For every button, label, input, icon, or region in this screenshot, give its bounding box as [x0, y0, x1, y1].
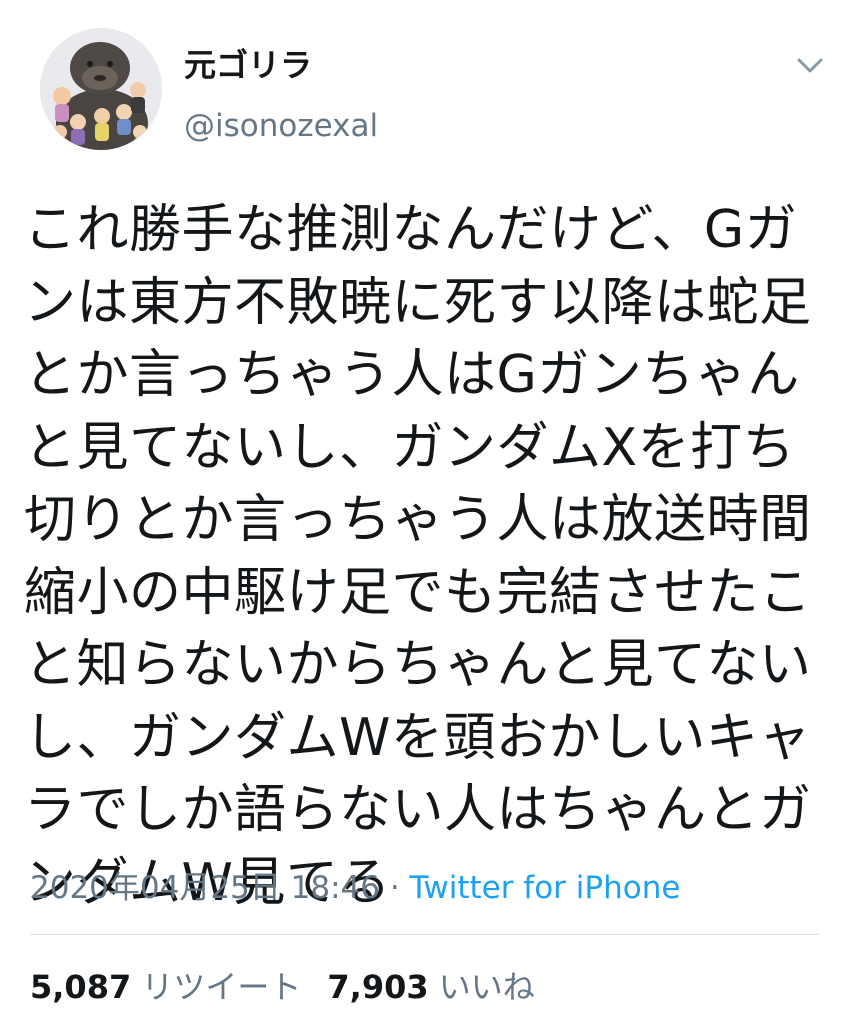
display-name[interactable]: 元ゴリラ [184, 40, 312, 86]
engagement-stats: 5,087 リツイート 7,903 いいね [30, 962, 535, 1008]
meta-separator: · [379, 870, 410, 906]
tweet-text: これ勝手な推測なんだけど、Gガ ンは東方不敗暁に死す以降は蛇足 とか言っちゃう人… [24, 200, 812, 913]
like-label: いいね [438, 968, 535, 1006]
tweet-detail: 元ゴリラ @isonozexal これ勝手な推測なんだけど、Gガ ンは東方不敗暁… [0, 0, 850, 1024]
divider [30, 934, 820, 935]
like-count: 7,903 [327, 968, 429, 1006]
chevron-down-icon[interactable] [793, 50, 827, 80]
retweet-count: 5,087 [30, 968, 132, 1006]
tweet-meta: 2020年04月25日 18:46 · Twitter for iPhone [30, 862, 680, 907]
retweet-label: リツイート [141, 968, 302, 1006]
like-stat[interactable]: 7,903 いいね [327, 968, 534, 1006]
timestamp[interactable]: 2020年04月25日 18:46 [30, 870, 380, 906]
retweet-stat[interactable]: 5,087 リツイート [30, 968, 301, 1006]
source-link[interactable]: Twitter for iPhone [410, 870, 681, 906]
avatar[interactable] [40, 28, 162, 150]
gorilla-avatar-icon [40, 28, 162, 150]
user-handle[interactable]: @isonozexal [184, 108, 378, 144]
